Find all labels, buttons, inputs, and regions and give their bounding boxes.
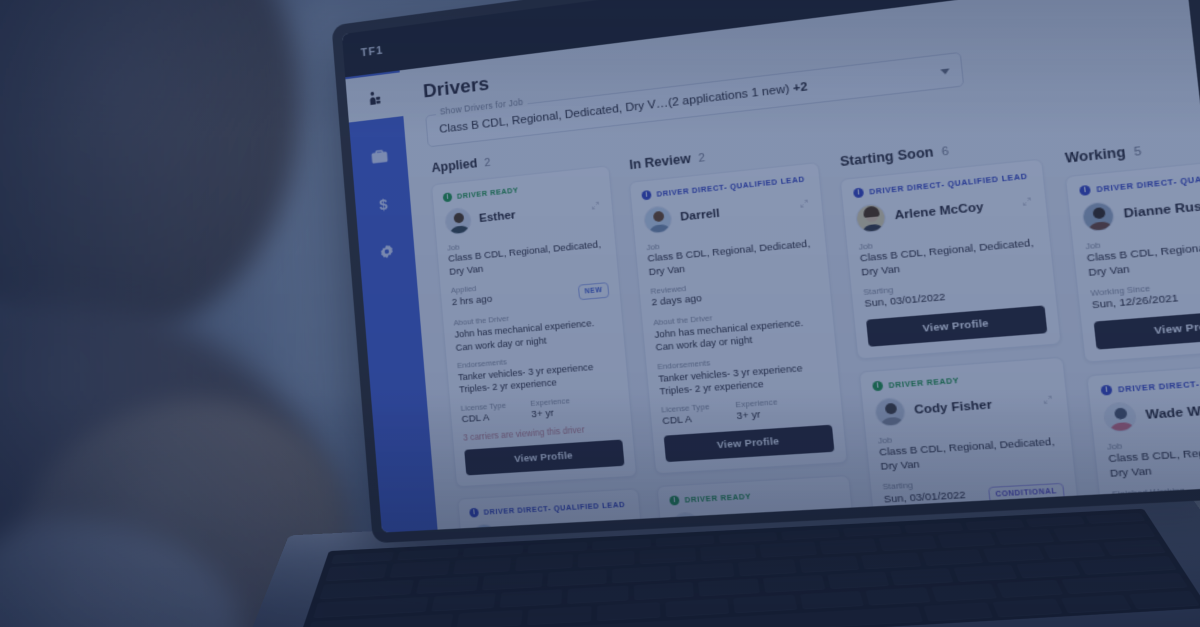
color-tint-overlay (0, 0, 1200, 627)
